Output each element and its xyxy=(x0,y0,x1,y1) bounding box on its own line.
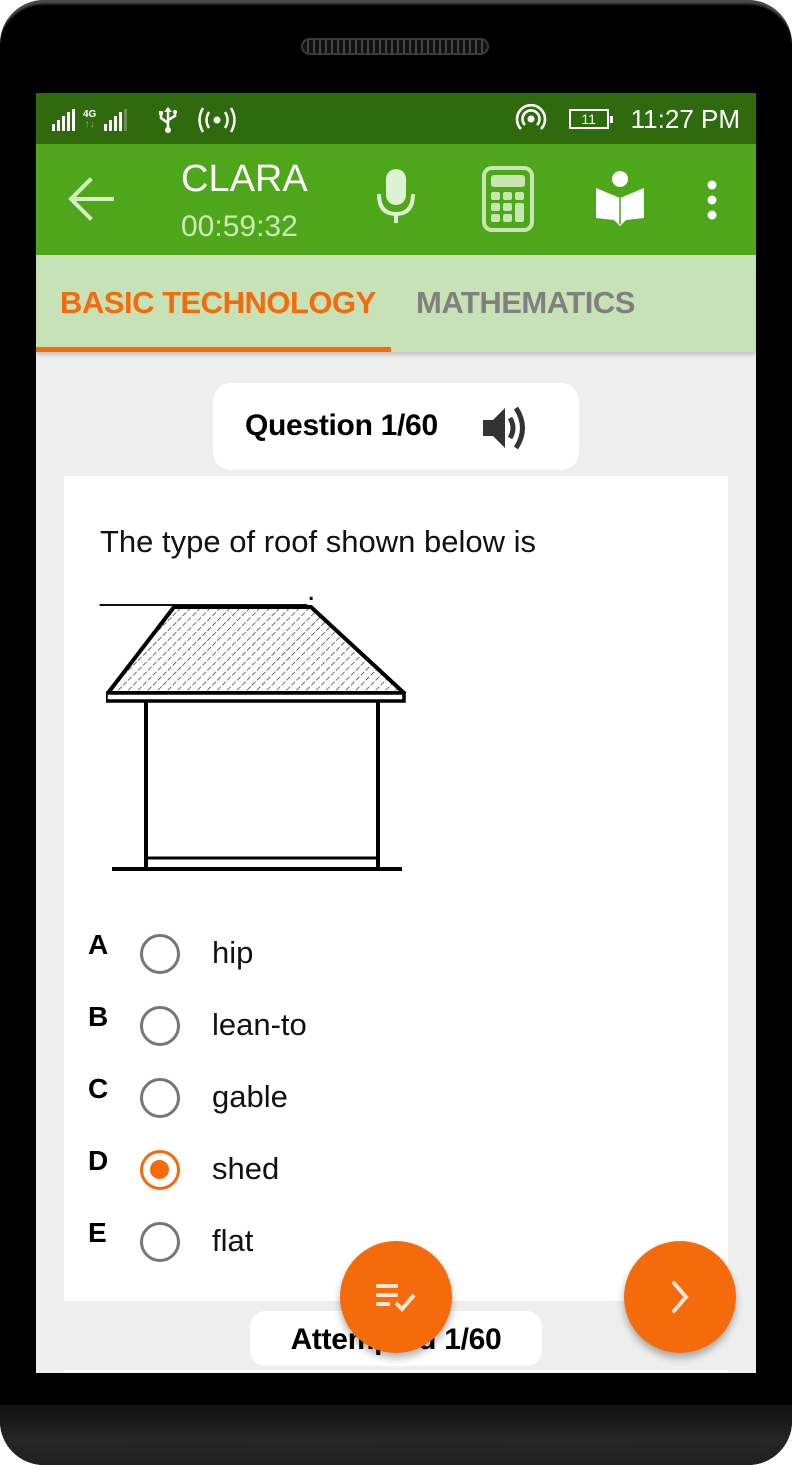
usb-icon xyxy=(159,107,178,133)
option-letter: B xyxy=(88,1001,109,1032)
next-card-edge xyxy=(64,1370,728,1373)
status-right-icons: 11 11:27 PM xyxy=(515,103,740,135)
question-stem: The type of roof shown below is xyxy=(100,524,536,559)
radio-button[interactable] xyxy=(140,1078,180,1118)
app-title: CLARA xyxy=(181,158,308,200)
radio-button-selected[interactable] xyxy=(140,1150,180,1190)
speaker-audio-icon[interactable] xyxy=(481,403,533,453)
option-letter: E xyxy=(88,1217,107,1248)
phone-speaker-grille xyxy=(301,38,489,55)
question-number: Question 1/60 xyxy=(245,409,438,442)
more-vert-icon[interactable] xyxy=(704,180,720,220)
radio-button[interactable] xyxy=(140,934,180,974)
battery-level: 11 xyxy=(581,111,596,127)
clock: 11:27 PM xyxy=(630,103,740,134)
active-tab-indicator xyxy=(36,347,391,352)
review-answers-button[interactable] xyxy=(340,1241,452,1353)
option-letter: D xyxy=(88,1145,109,1176)
phone-bottom-bezel xyxy=(0,1405,792,1465)
signal-icon xyxy=(52,109,75,131)
app-bar: CLARA 00:59:32 xyxy=(36,144,756,255)
option-c[interactable]: C gable xyxy=(88,1067,648,1139)
chevron-right-icon xyxy=(672,1281,689,1313)
playlist-check-icon xyxy=(376,1284,416,1312)
radio-button[interactable] xyxy=(140,1222,180,1262)
answer-options: A hip B lean-to C gable D shed E flat xyxy=(88,923,648,1283)
subject-tabs: BASIC TECHNOLOGY MATHEMATICS xyxy=(36,255,756,352)
tab-basic-technology[interactable]: BASIC TECHNOLOGY xyxy=(60,285,376,321)
hotspot-icon xyxy=(515,103,546,130)
option-text: flat xyxy=(212,1223,254,1258)
option-b[interactable]: B lean-to xyxy=(88,995,648,1067)
exam-timer: 00:59:32 xyxy=(181,210,298,243)
calculator-icon[interactable] xyxy=(482,166,534,232)
option-d[interactable]: D shed xyxy=(88,1139,648,1211)
screen: 4G ↑↓ 11 11:27 PM CLARA 00:59:32 BASIC T… xyxy=(36,93,756,1373)
option-text: lean-to xyxy=(212,1007,307,1042)
question-text: The type of roof shown below is ________… xyxy=(100,518,700,614)
back-arrow-icon[interactable] xyxy=(66,176,116,222)
status-left-icons: 4G ↑↓ xyxy=(52,105,237,135)
hip-roof-house-diagram xyxy=(106,605,406,871)
status-bar: 4G ↑↓ 11 11:27 PM xyxy=(36,93,756,144)
option-text: shed xyxy=(212,1151,280,1186)
option-text: hip xyxy=(212,935,254,970)
option-letter: C xyxy=(88,1073,109,1104)
phone-frame: 4G ↑↓ 11 11:27 PM CLARA 00:59:32 BASIC T… xyxy=(0,0,792,1465)
network-4g-icon: 4G ↑↓ xyxy=(83,109,97,130)
tab-mathematics[interactable]: MATHEMATICS xyxy=(416,285,635,321)
question-header: Question 1/60 xyxy=(213,383,579,470)
radio-button[interactable] xyxy=(140,1006,180,1046)
battery-icon: 11 xyxy=(568,109,613,129)
reading-book-icon[interactable] xyxy=(594,170,646,228)
option-letter: A xyxy=(88,929,109,960)
option-a[interactable]: A hip xyxy=(88,923,648,995)
microphone-icon[interactable] xyxy=(376,166,416,226)
question-card: The type of roof shown below is ________… xyxy=(64,476,728,1301)
next-question-button[interactable] xyxy=(624,1241,736,1353)
option-text: gable xyxy=(212,1079,288,1114)
wireless-broadcast-icon xyxy=(198,107,237,133)
signal-icon xyxy=(104,109,128,131)
